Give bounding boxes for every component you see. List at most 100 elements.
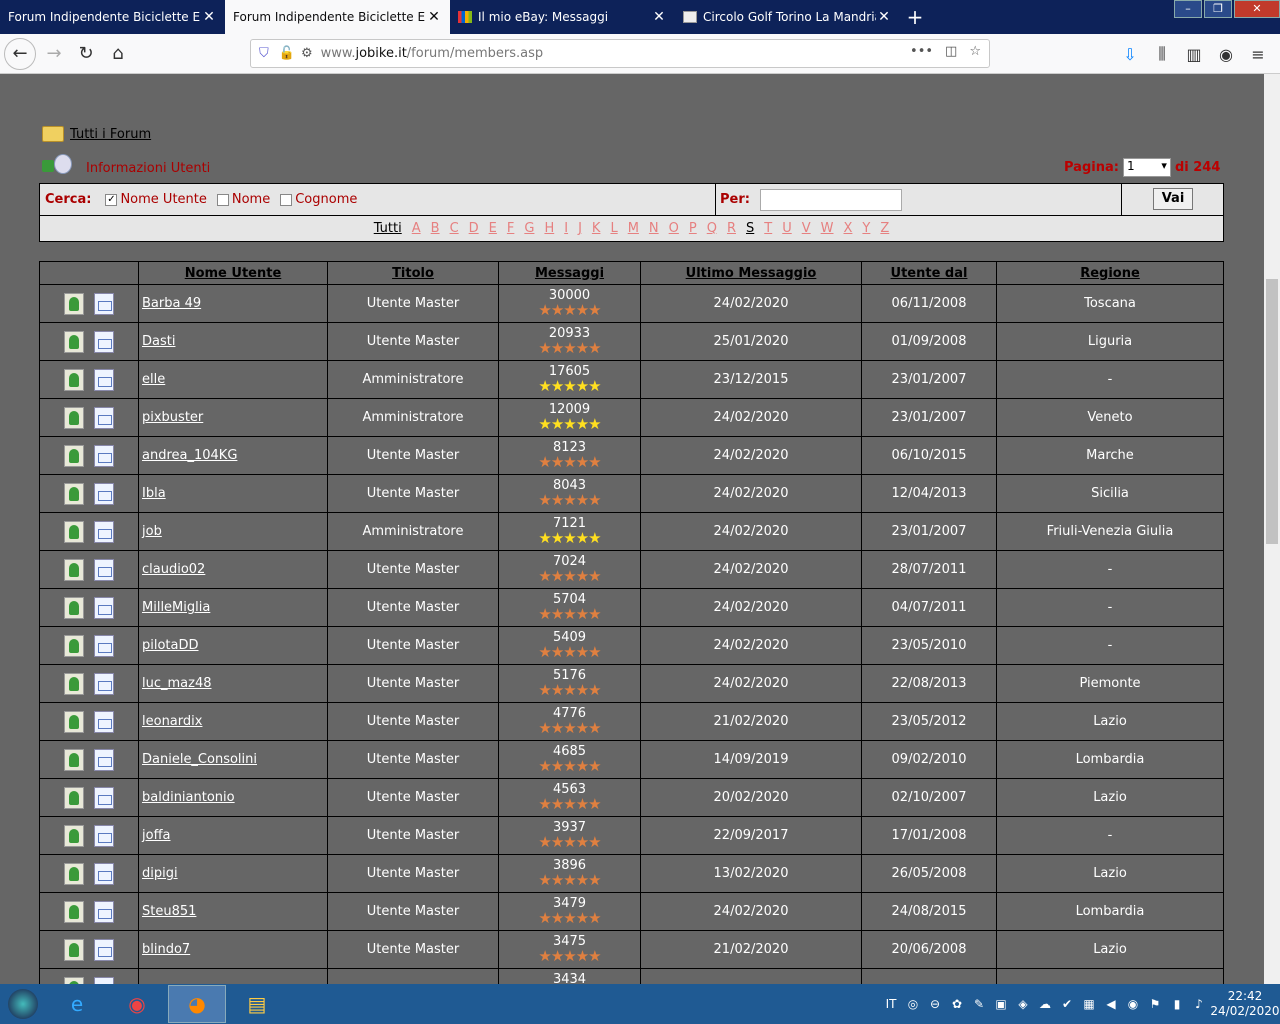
send-message-icon[interactable] [94,672,114,695]
tray-app-icon[interactable]: ▦ [1078,997,1100,1011]
letter-filter-a[interactable]: A [412,221,421,236]
search-input[interactable] [760,189,902,211]
letter-filter-z[interactable]: Z [880,221,889,236]
username-link[interactable]: blindo7 [142,942,190,957]
back-button[interactable]: ← [4,37,36,70]
send-message-icon[interactable] [94,748,114,771]
tab-golf[interactable]: Circolo Golf Torino La Mandria ✕ [675,0,900,34]
profile-icon[interactable] [64,634,84,657]
start-button[interactable] [0,984,46,1024]
profile-icon[interactable] [64,672,84,695]
home-button[interactable]: ⌂ [102,38,134,70]
maximize-icon[interactable]: ❐ [1204,0,1232,18]
username-link[interactable]: claudio02 [142,562,205,577]
send-message-icon[interactable] [94,862,114,885]
sidebar-icon[interactable]: ▥ [1178,38,1210,70]
letter-filter-u[interactable]: U [782,221,792,236]
username-link[interactable]: Daniele_Consolini [142,752,257,767]
letter-filter-q[interactable]: Q [707,221,717,236]
col-title-header[interactable]: Titolo [327,261,499,285]
all-forums-link[interactable]: Tutti i Forum [70,127,151,142]
tray-app-icon[interactable]: ◉ [1122,997,1144,1011]
profile-icon[interactable] [64,862,84,885]
username-link[interactable]: pilotaDD [142,638,199,653]
library-icon[interactable]: ⫼ [1146,38,1178,70]
profile-icon[interactable] [64,444,84,467]
tab-forum-1[interactable]: Forum Indipendente Biciclette Elett ✕ [0,0,225,34]
surname-checkbox[interactable] [280,193,293,206]
col-last-post-header[interactable]: Ultimo Messaggio [640,261,862,285]
send-message-icon[interactable] [94,938,114,961]
forward-button[interactable]: → [38,38,70,70]
username-link[interactable]: joffa [142,828,171,843]
tray-app-icon[interactable]: ◎ [902,997,924,1011]
profile-icon[interactable] [64,824,84,847]
close-icon[interactable]: ✕ [201,9,217,25]
send-message-icon[interactable] [94,710,114,733]
language-indicator[interactable]: IT [880,997,902,1011]
menu-icon[interactable]: ≡ [1242,38,1274,70]
username-link[interactable]: Dasti [142,334,175,349]
flag-icon[interactable]: ⚑ [1144,997,1166,1011]
letter-filter-h[interactable]: H [544,221,554,236]
send-message-icon[interactable] [94,786,114,809]
scrollbar-thumb[interactable] [1266,279,1278,544]
send-message-icon[interactable] [94,634,114,657]
tray-app-icon[interactable]: ✎ [968,997,990,1011]
username-link[interactable]: Steu851 [142,904,196,919]
tab-ebay[interactable]: Il mio eBay: Messaggi ✕ [450,0,675,34]
tray-app-icon[interactable]: ⊖ [924,997,946,1011]
close-window-icon[interactable]: ✕ [1234,0,1280,18]
reload-button[interactable]: ↻ [70,38,102,70]
close-icon[interactable]: ✕ [426,9,442,25]
username-link[interactable]: MilleMiglia [142,600,210,615]
letter-filter-s[interactable]: S [746,221,754,236]
close-icon[interactable]: ✕ [876,9,892,25]
username-link[interactable]: luc_maz48 [142,676,212,691]
tab-forum-2[interactable]: Forum Indipendente Biciclette Elett ✕ [225,0,450,34]
search-submit-button[interactable]: Vai [1153,188,1193,210]
send-message-icon[interactable] [94,482,114,505]
tray-app-icon[interactable]: ✿ [946,997,968,1011]
volume-icon[interactable]: ♪ [1188,997,1210,1011]
letter-filter-v[interactable]: V [802,221,811,236]
clock[interactable]: 22:42 24/02/2020 [1210,989,1280,1019]
profile-icon[interactable] [64,786,84,809]
letter-filter-d[interactable]: D [469,221,479,236]
profile-icon[interactable] [64,520,84,543]
letter-filter-b[interactable]: B [431,221,440,236]
profile-icon[interactable] [64,596,84,619]
letter-filter-o[interactable]: O [669,221,679,236]
letter-filter-n[interactable]: N [649,221,659,236]
letter-filter-y[interactable]: Y [862,221,870,236]
letter-filter-all[interactable]: Tutti [374,221,402,236]
send-message-icon[interactable] [94,558,114,581]
letter-filter-k[interactable]: K [592,221,601,236]
profile-icon[interactable] [64,976,84,984]
send-message-icon[interactable] [94,368,114,391]
profile-icon[interactable] [64,900,84,923]
chrome-icon[interactable]: ◉ [108,985,166,1023]
bookmark-star-icon[interactable]: ☆ [969,44,981,59]
letter-filter-e[interactable]: E [489,221,497,236]
username-link[interactable]: andrea_104KG [142,448,237,463]
send-message-icon[interactable] [94,292,114,315]
profile-icon[interactable] [64,748,84,771]
letter-filter-t[interactable]: T [764,221,772,236]
send-message-icon[interactable] [94,520,114,543]
address-bar[interactable]: ⛉ 🔓 ⚙ www. jobike.it/forum/members.asp ••… [250,39,990,68]
account-icon[interactable]: ◉ [1210,38,1242,70]
profile-icon[interactable] [64,558,84,581]
username-link[interactable]: job [142,524,162,539]
col-username-header[interactable]: Nome Utente [138,261,328,285]
username-link[interactable]: leonardix [142,714,202,729]
profile-icon[interactable] [64,292,84,315]
profile-icon[interactable] [64,482,84,505]
network-icon[interactable]: ▮ [1166,997,1188,1011]
letter-filter-l[interactable]: L [610,221,617,236]
letter-filter-i[interactable]: I [564,221,568,236]
letter-filter-p[interactable]: P [689,221,697,236]
letter-filter-r[interactable]: R [727,221,736,236]
shield-check-icon[interactable]: ✔ [1056,997,1078,1011]
page-actions-icon[interactable]: ••• [910,44,933,59]
